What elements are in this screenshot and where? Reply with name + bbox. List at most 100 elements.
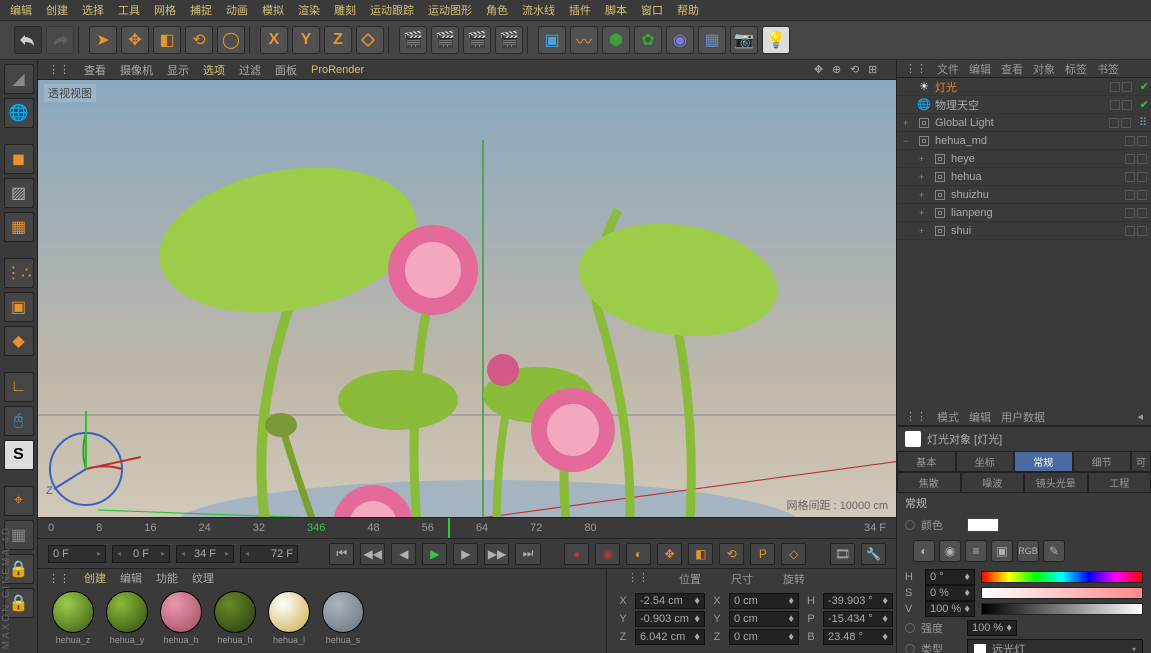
param-key-button[interactable]: P: [750, 543, 775, 565]
grip-icon[interactable]: ⋮⋮: [627, 571, 649, 587]
menu-item[interactable]: 网格: [154, 2, 176, 18]
expand-toggle[interactable]: +: [919, 172, 929, 182]
menu-item[interactable]: 流水线: [522, 2, 555, 18]
x-axis-lock[interactable]: X: [260, 26, 288, 54]
model-mode-button[interactable]: 🌐: [4, 98, 34, 128]
menu-item[interactable]: 雕刻: [334, 2, 356, 18]
add-deformer-button[interactable]: ✿: [634, 26, 662, 54]
tree-item-label[interactable]: shui: [951, 225, 1121, 237]
view-menu-item[interactable]: 选项: [203, 62, 225, 78]
vis-toggle[interactable]: [1125, 136, 1135, 146]
view-menu-item[interactable]: ProRender: [311, 64, 364, 76]
view-menu-item[interactable]: 显示: [167, 62, 189, 78]
coord-field[interactable]: 23.48 °♦: [823, 629, 893, 645]
nav-icon[interactable]: ⟲: [850, 63, 864, 77]
render-settings-button[interactable]: 🎬: [463, 26, 491, 54]
expand-toggle[interactable]: +: [919, 208, 929, 218]
material-preview[interactable]: [160, 591, 202, 633]
timeline-cursor[interactable]: [448, 518, 450, 538]
z-axis-lock[interactable]: Z: [324, 26, 352, 54]
mat-tab[interactable]: 创建: [84, 570, 106, 586]
attr-subtab[interactable]: 基本: [897, 451, 956, 472]
menu-item[interactable]: 运动图形: [428, 2, 472, 18]
prev-frame-button[interactable]: ◀: [391, 543, 416, 565]
workplane-button[interactable]: ▦: [4, 212, 34, 242]
menu-item[interactable]: 运动跟踪: [370, 2, 414, 18]
preview-start-field[interactable]: ◂0 F▸: [112, 545, 170, 563]
last-tool[interactable]: ◯: [217, 26, 245, 54]
grip-icon[interactable]: ⋮⋮: [905, 410, 927, 423]
render-toggle[interactable]: [1137, 208, 1147, 218]
material-preview[interactable]: [268, 591, 310, 633]
color-rgb-button[interactable]: RGB: [1017, 540, 1039, 562]
radio-icon[interactable]: [905, 520, 915, 530]
tag-icon[interactable]: ⠿: [1139, 116, 1147, 129]
render-region-button[interactable]: 🎬: [431, 26, 459, 54]
point-mode-button[interactable]: ⋮∴: [4, 258, 34, 288]
undo-button[interactable]: [14, 26, 42, 54]
edge-mode-button[interactable]: ▣: [4, 292, 34, 322]
radio-icon[interactable]: [905, 623, 915, 633]
rotate-tool[interactable]: ⟲: [185, 26, 213, 54]
axis-button[interactable]: ∟: [4, 372, 34, 402]
coord-field[interactable]: -39.903 °♦: [823, 593, 893, 609]
menu-item[interactable]: 帮助: [677, 2, 699, 18]
om-tab[interactable]: 书签: [1097, 61, 1119, 77]
attr-subtab[interactable]: 焦散: [897, 472, 961, 493]
go-end-button[interactable]: ⏭: [515, 543, 540, 565]
scale-tool[interactable]: ◧: [153, 26, 181, 54]
hsv-field[interactable]: 0 °♦: [925, 569, 975, 585]
menu-item[interactable]: 编辑: [10, 2, 32, 18]
mat-tab[interactable]: 功能: [156, 570, 178, 586]
coord-field[interactable]: 0 cm♦: [729, 593, 799, 609]
vis-toggle[interactable]: [1109, 118, 1119, 128]
view-menu-item[interactable]: 摄像机: [120, 62, 153, 78]
polygon-mode-button[interactable]: ◆: [4, 326, 34, 356]
hsv-slider[interactable]: [981, 587, 1143, 599]
attr-subtab[interactable]: 噪波: [961, 472, 1025, 493]
menu-item[interactable]: 动画: [226, 2, 248, 18]
move-tool[interactable]: ✥: [121, 26, 149, 54]
color-swatch[interactable]: [967, 518, 999, 532]
rot-key-button[interactable]: ⟲: [719, 543, 744, 565]
perspective-viewport[interactable]: 透视视图: [38, 80, 896, 517]
nav-back-icon[interactable]: ◂: [1137, 410, 1143, 423]
animation-layout-button[interactable]: 🎞: [830, 543, 855, 565]
nav-icon[interactable]: ⊕: [832, 63, 846, 77]
expand-toggle[interactable]: +: [919, 190, 929, 200]
coord-system[interactable]: [356, 26, 384, 54]
attr-tab[interactable]: 编辑: [969, 409, 991, 425]
render-toggle[interactable]: [1122, 82, 1132, 92]
color-mode-button[interactable]: ◐: [913, 540, 935, 562]
pla-key-button[interactable]: ◇: [781, 543, 806, 565]
radio-icon[interactable]: [905, 644, 915, 653]
menu-item[interactable]: 角色: [486, 2, 508, 18]
render-toggle[interactable]: [1137, 226, 1147, 236]
hsv-slider[interactable]: [981, 603, 1143, 615]
tree-item-label[interactable]: lianpeng: [951, 207, 1121, 219]
vis-toggle[interactable]: [1110, 100, 1120, 110]
render-toggle[interactable]: [1121, 118, 1131, 128]
grip-icon[interactable]: ⋮⋮: [48, 572, 70, 585]
go-start-button[interactable]: ⏮: [329, 543, 354, 565]
menu-item[interactable]: 模拟: [262, 2, 284, 18]
intensity-field[interactable]: 100 %♦: [967, 620, 1017, 636]
add-environment-button[interactable]: ◉: [666, 26, 694, 54]
om-tab[interactable]: 编辑: [969, 61, 991, 77]
redo-button[interactable]: [46, 26, 74, 54]
view-menu-item[interactable]: 查看: [84, 62, 106, 78]
material-preview[interactable]: [106, 591, 148, 633]
render-toggle[interactable]: [1137, 136, 1147, 146]
tree-item-label[interactable]: shuizhu: [951, 189, 1121, 201]
tree-item-label[interactable]: hehua_md: [935, 135, 1121, 147]
menu-item[interactable]: 窗口: [641, 2, 663, 18]
coord-field[interactable]: 0 cm♦: [729, 611, 799, 627]
render-toggle[interactable]: [1122, 100, 1132, 110]
color-picker-button[interactable]: ✎: [1043, 540, 1065, 562]
y-axis-lock[interactable]: Y: [292, 26, 320, 54]
next-frame-button[interactable]: ▶: [453, 543, 478, 565]
menu-item[interactable]: 选择: [82, 2, 104, 18]
menu-item[interactable]: 插件: [569, 2, 591, 18]
menu-item[interactable]: 创建: [46, 2, 68, 18]
view-menu-item[interactable]: 面板: [275, 62, 297, 78]
